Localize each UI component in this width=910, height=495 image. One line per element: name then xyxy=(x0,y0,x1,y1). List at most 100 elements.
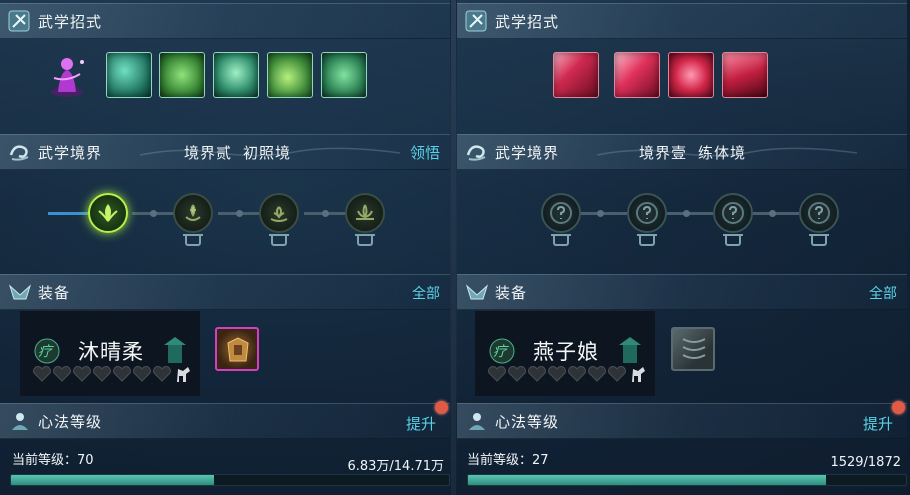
realm-node-3[interactable] xyxy=(259,193,299,233)
heart-method-icon xyxy=(12,413,28,430)
moves-title: 武学招式 xyxy=(38,13,103,31)
skill-slot-5[interactable] xyxy=(321,52,367,98)
character-comparison-screen: 武学招式 武学境界 境界贰 初照境 领悟 装备 全部 疗 沐晴柔 心法等级 提升… xyxy=(0,0,910,495)
heart-row-icon xyxy=(33,366,171,382)
skill-slot-4[interactable] xyxy=(267,52,313,98)
fabric-icon xyxy=(682,338,706,359)
martial-moves-icon xyxy=(8,10,30,32)
realm-node-1[interactable] xyxy=(88,193,128,233)
locked-question-icon xyxy=(636,202,658,224)
empty-equipment-slot[interactable] xyxy=(671,327,715,371)
realm-slot-2 xyxy=(183,234,203,246)
realm-track-2 xyxy=(218,210,262,217)
healer-badge-text: 疗 xyxy=(493,344,507,360)
equip-title: 装备 xyxy=(38,284,71,302)
skill-slot-1[interactable] xyxy=(553,52,599,98)
exp-progress-bar xyxy=(10,474,450,486)
skill-slot-2[interactable] xyxy=(159,52,205,98)
upgrade-button[interactable]: 提升 xyxy=(406,413,436,434)
mount-icon xyxy=(632,367,645,382)
current-level: 当前等级：70 xyxy=(12,453,94,468)
right-panel: 武学招式 武学境界 境界壹 练体境 装备 全部 疗 燕子娘 心法等级 提升 当前… xyxy=(457,0,907,495)
notification-dot xyxy=(892,401,905,414)
realm-slot-4 xyxy=(355,234,375,246)
realm-node-1[interactable] xyxy=(541,193,581,233)
realm-node-4[interactable] xyxy=(345,193,385,233)
realm-title: 武学境界 xyxy=(38,144,103,162)
locked-question-icon xyxy=(722,202,744,224)
realm-node-3[interactable] xyxy=(713,193,753,233)
realm-node-2[interactable] xyxy=(173,193,213,233)
xinfa-header: 心法等级 提升 xyxy=(457,401,907,439)
equipment-icon xyxy=(465,284,489,300)
equipped-item-slot[interactable] xyxy=(215,327,259,371)
companion-card[interactable]: 疗 沐晴柔 xyxy=(20,311,200,396)
realm-track-3 xyxy=(747,210,799,217)
realm-slot-2 xyxy=(637,234,657,246)
heart-method-icon xyxy=(469,413,485,430)
skill-slot-2[interactable] xyxy=(614,52,660,98)
realm-swirl-icon xyxy=(466,145,486,161)
straw-hat-icon xyxy=(619,337,641,363)
cloud-ornament xyxy=(140,147,400,157)
equip-header: 装备 全部 xyxy=(457,274,907,310)
skill-slot-1[interactable] xyxy=(106,52,152,98)
locked-question-icon xyxy=(550,202,572,224)
notification-dot xyxy=(435,401,448,414)
realm-track-2 xyxy=(661,210,713,217)
moves-title: 武学招式 xyxy=(495,13,560,31)
realm-track-1 xyxy=(575,210,627,217)
affinity-hearts xyxy=(32,365,172,387)
locked-question-icon xyxy=(808,202,830,224)
panel-divider xyxy=(451,0,456,495)
realm-slot-1 xyxy=(551,234,571,246)
realm-slot-3 xyxy=(723,234,743,246)
straw-hat-icon xyxy=(164,337,186,363)
realm-header: 武学境界 境界壹 练体境 xyxy=(457,134,907,170)
character-portrait-icon[interactable] xyxy=(46,52,88,98)
current-level: 当前等级：27 xyxy=(467,453,549,468)
leaf-plus-icon xyxy=(185,204,201,221)
realm-slot-3 xyxy=(269,234,289,246)
lotus-icon xyxy=(356,204,374,220)
equip-header: 装备 全部 xyxy=(0,274,450,310)
moves-header: 武学招式 xyxy=(457,3,907,39)
realm-swirl-icon xyxy=(9,145,29,161)
affinity-hearts xyxy=(487,365,627,387)
healer-badge-text: 疗 xyxy=(38,344,52,360)
skill-slot-4[interactable] xyxy=(722,52,768,98)
exp-readout: 6.83万/14.71万 xyxy=(347,459,444,474)
exp-progress-bar xyxy=(467,474,907,486)
realm-header: 武学境界 境界贰 初照境 领悟 xyxy=(0,134,450,170)
moves-header: 武学招式 xyxy=(0,3,450,39)
companion-card[interactable]: 疗 燕子娘 xyxy=(475,311,655,396)
comprehend-button[interactable]: 领悟 xyxy=(410,142,440,163)
xinfa-title: 心法等级 xyxy=(38,413,103,431)
equip-title: 装备 xyxy=(495,284,528,302)
exp-progress-fill xyxy=(468,475,826,485)
equipment-icon xyxy=(8,284,32,300)
realm-node-2[interactable] xyxy=(627,193,667,233)
martial-moves-icon xyxy=(465,10,487,32)
exp-readout: 1529/1872 xyxy=(830,455,901,470)
cloud-ornament xyxy=(597,147,857,157)
skill-slot-3[interactable] xyxy=(213,52,259,98)
mount-icon xyxy=(177,367,190,382)
companion-name: 沐晴柔 xyxy=(78,340,144,364)
sprout-icon xyxy=(270,206,288,222)
exp-progress-fill xyxy=(11,475,215,485)
realm-title: 武学境界 xyxy=(495,144,560,162)
view-all-button[interactable]: 全部 xyxy=(412,283,440,303)
companion-name: 燕子娘 xyxy=(533,340,599,364)
view-all-button[interactable]: 全部 xyxy=(869,283,897,303)
realm-track-3 xyxy=(304,210,348,217)
xinfa-title: 心法等级 xyxy=(495,413,560,431)
leaf-icon xyxy=(98,204,118,222)
realm-slot-4 xyxy=(809,234,829,246)
left-panel: 武学招式 武学境界 境界贰 初照境 领悟 装备 全部 疗 沐晴柔 心法等级 提升… xyxy=(0,0,450,495)
heart-row-icon xyxy=(488,366,626,382)
upgrade-button[interactable]: 提升 xyxy=(863,413,893,434)
realm-node-4[interactable] xyxy=(799,193,839,233)
skill-slot-3[interactable] xyxy=(668,52,714,98)
realm-track-1 xyxy=(132,210,176,217)
